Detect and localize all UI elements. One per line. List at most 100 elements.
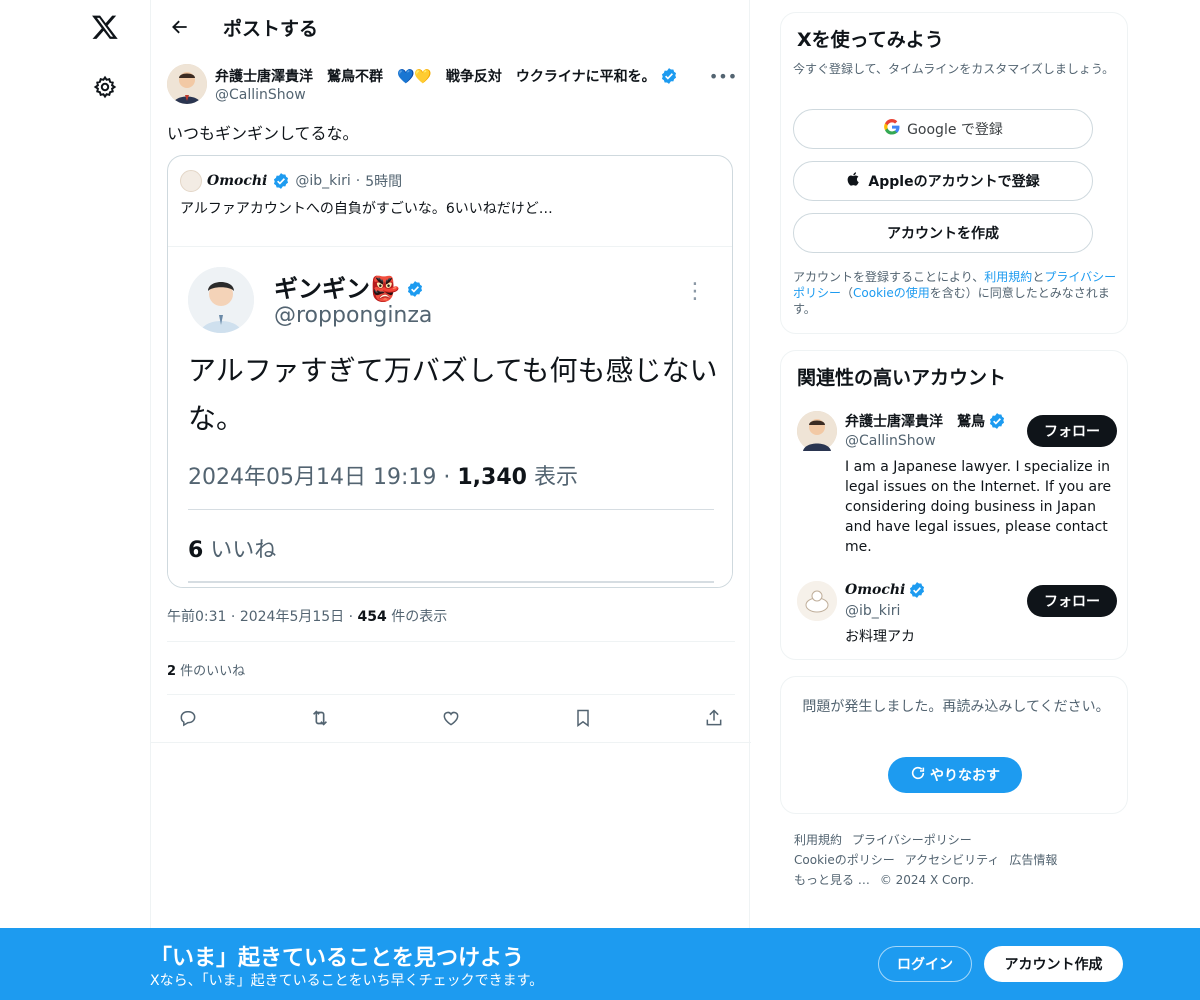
related-account-name: 弁護士唐澤貴洋 鷲鳥 (845, 411, 1006, 431)
divider (167, 641, 735, 642)
related-accounts-card: 関連性の高いアカウント 弁護士唐澤貴洋 鷲鳥 @CallinShow I am … (780, 350, 1128, 660)
bottombar-title: 「いま」起きていることを見つけよう (150, 946, 525, 971)
quoted-author-name: Omochi (207, 173, 268, 189)
refresh-icon (910, 765, 926, 785)
avatar (180, 170, 202, 192)
quoted-author-handle: @ib_kiri (295, 173, 351, 189)
google-signup-label: Google で登録 (907, 122, 1003, 138)
follow-button[interactable]: フォロー (1027, 415, 1117, 447)
verified-badge-icon (272, 172, 290, 190)
retry-label: やりなおす (930, 768, 1000, 784)
image-post-meta: 2024年05月14日 19:19 · 1,340 表示 (188, 459, 578, 491)
footer-link[interactable]: Cookieのポリシー (794, 853, 895, 867)
more-options-icon[interactable]: ••• (709, 64, 737, 88)
separator-dot: · (355, 173, 361, 189)
image-author-name-text: ギンギン👺 (274, 275, 400, 303)
apple-icon (846, 170, 862, 192)
verified-badge-icon (908, 581, 926, 599)
bottom-signup-bar: 「いま」起きていることを見つけよう Xなら、「いま」起きていることをいち早くチェ… (0, 928, 1200, 1000)
author-name-row[interactable]: 弁護士唐澤貴洋 鷲鳥不群 💙💛 戦争反対 ウクライナに平和を。 (215, 66, 678, 86)
avatar[interactable] (167, 64, 207, 104)
related-account-name-text: Omochi (845, 582, 906, 598)
verified-badge-icon (406, 278, 424, 297)
related-account-handle: @ib_kiri (845, 603, 901, 619)
divider (151, 742, 751, 743)
divider (188, 581, 714, 583)
page-title: ポストする (223, 18, 319, 40)
bookmark-icon[interactable] (566, 701, 600, 735)
login-button[interactable]: ログイン (878, 946, 972, 982)
image-post-text: アルファすぎて万バズしても何も感じないな。 (188, 354, 718, 435)
main-column: ポストする 弁護士唐澤貴洋 鷲鳥不群 💙💛 戦争反対 ウクライナに平和を。 @C… (150, 0, 751, 1000)
google-signup-button[interactable]: Google で登録 (793, 109, 1093, 149)
terms-text: （ (841, 286, 854, 300)
divider (167, 694, 735, 695)
post-time[interactable]: 午前0:31 (167, 609, 226, 625)
quoted-post-image[interactable]: ギンギン👺 @ropponginza ⋮ アルファすぎて万バズしても何も感じない… (168, 246, 732, 587)
retry-button[interactable]: やりなおす (888, 757, 1022, 793)
related-account-handle: @CallinShow (845, 433, 936, 449)
related-account[interactable]: 弁護士唐澤貴洋 鷲鳥 @CallinShow I am a Japanese l… (797, 411, 1117, 561)
image-post-likes: 6 いいね (188, 532, 276, 564)
gear-icon[interactable] (88, 70, 122, 104)
signup-terms: アカウントを登録することにより、利用規約とプライバシーポリシー（Cookieの使… (793, 269, 1123, 317)
repost-icon[interactable] (303, 701, 337, 735)
image-post-views-count: 1,340 (457, 465, 527, 490)
terms-link[interactable]: 利用規約 (984, 270, 1032, 284)
footer-link[interactable]: もっと見る … (794, 873, 870, 887)
footer-link[interactable]: アクセシビリティ (905, 853, 1000, 867)
cookie-link[interactable]: Cookieの使用 (853, 286, 930, 300)
divider (188, 509, 714, 510)
post-likes-label: 件のいいね (176, 664, 246, 679)
create-account-button[interactable]: アカウントを作成 (793, 213, 1093, 253)
image-post-date: 2024年05月14日 19:19 · (188, 465, 458, 490)
quoted-post[interactable]: Omochi @ib_kiri · 5時間 アルファアカウントへの自負がすごいな… (167, 155, 733, 588)
related-account-name-text: 弁護士唐澤貴洋 鷲鳥 (845, 414, 985, 430)
signup-subtitle: 今すぐ登録して、タイムラインをカスタマイズしましょう。 (793, 62, 1115, 76)
post-meta: 午前0:31 · 2024年5月15日 · 454 件の表示 (167, 606, 447, 626)
more-options-icon: ⋮ (684, 279, 706, 304)
terms-text: と (1032, 270, 1045, 284)
post-likes-count: 2 (167, 664, 177, 679)
post-author: 弁護士唐澤貴洋 鷲鳥不群 💙💛 戦争反対 ウクライナに平和を。 @CallinS… (167, 64, 737, 108)
share-icon[interactable] (697, 701, 731, 735)
avatar[interactable] (797, 411, 837, 451)
footer-link[interactable]: 広告情報 (1009, 853, 1057, 867)
image-author-handle: @ropponginza (274, 303, 433, 328)
signup-button[interactable]: アカウント作成 (984, 946, 1123, 982)
separator-dot: · (348, 609, 354, 625)
related-account-name: Omochi (845, 581, 926, 599)
error-text: 問題が発生しました。再読み込みしてください。 (802, 699, 1110, 715)
image-post-views-label: 表示 (526, 465, 578, 490)
related-title: 関連性の高いアカウント (797, 367, 1007, 389)
post-actions (167, 700, 735, 736)
error-card: 問題が発生しました。再読み込みしてください。 やりなおす (780, 676, 1128, 814)
post-date[interactable]: 2024年5月15日 (240, 609, 344, 625)
terms-text: アカウントを登録することにより、 (793, 270, 985, 284)
arrow-left-icon[interactable] (163, 10, 197, 44)
reply-icon[interactable] (171, 701, 205, 735)
x-logo-icon[interactable] (86, 8, 124, 46)
related-account-bio: I am a Japanese lawyer. I specialize in … (845, 459, 1112, 555)
quoted-post-time: 5時間 (365, 174, 403, 190)
related-account[interactable]: Omochi @ib_kiri お料理アカ フォロー (797, 581, 1117, 651)
like-icon[interactable] (434, 701, 468, 735)
footer-links: 利用規約 プライバシーポリシー Cookieのポリシー アクセシビリティ 広告情報 も… (794, 830, 1124, 890)
author-handle[interactable]: @CallinShow (215, 87, 306, 103)
separator-dot: · (230, 609, 236, 625)
image-post-likes-label: いいね (203, 538, 277, 563)
footer-link[interactable]: プライバシーポリシー (852, 833, 972, 847)
apple-signup-button[interactable]: Appleのアカウントで登録 (793, 161, 1093, 201)
avatar[interactable] (797, 581, 837, 621)
author-name: 弁護士唐澤貴洋 鷲鳥不群 💙💛 戦争反対 ウクライナに平和を。 (215, 69, 656, 85)
avatar (188, 267, 254, 333)
quoted-post-header: Omochi @ib_kiri · 5時間 (180, 170, 402, 192)
post-likes[interactable]: 2 件のいいね (167, 660, 245, 679)
post-views-label: 件の表示 (386, 609, 448, 625)
follow-button[interactable]: フォロー (1027, 585, 1117, 617)
verified-badge-icon (660, 67, 678, 85)
bottombar-subtitle: Xなら、「いま」起きていることをいち早くチェックできます。 (150, 973, 544, 989)
footer-link[interactable]: 利用規約 (794, 833, 842, 847)
copyright: © 2024 X Corp. (879, 873, 975, 887)
quoted-post-text: アルファアカウントへの自負がすごいな。6いいねだけど… (180, 201, 553, 217)
